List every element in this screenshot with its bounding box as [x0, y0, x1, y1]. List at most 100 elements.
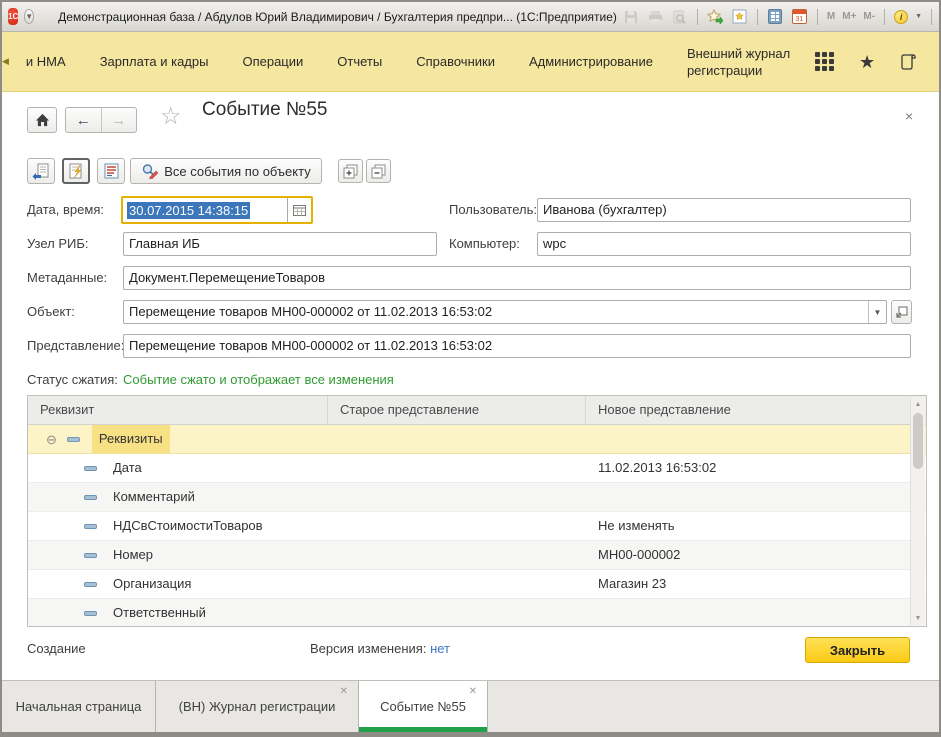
app-window: 1С ▼ Демонстрационная база / Абдулов Юри…	[0, 0, 941, 737]
menu-item-administration[interactable]: Администрирование	[512, 46, 670, 77]
tab-event-55[interactable]: Событие №55 ✕	[359, 681, 488, 732]
search-object-icon	[141, 163, 158, 179]
menu-item-salary[interactable]: Зарплата и кадры	[83, 46, 226, 77]
go-to-journal-button[interactable]	[27, 158, 55, 184]
close-form-icon[interactable]: ×	[905, 108, 913, 124]
print-icon[interactable]	[647, 9, 664, 25]
dash-item-icon	[84, 582, 97, 587]
tab-label: Событие №55	[380, 699, 466, 714]
open-object-button[interactable]	[891, 300, 912, 324]
table-row[interactable]: Организация Магазин 23	[28, 570, 926, 599]
row-name: Дата	[113, 454, 142, 482]
menu-item-directories[interactable]: Справочники	[399, 46, 512, 77]
history-icon[interactable]	[900, 53, 917, 70]
menu-item-reports[interactable]: Отчеты	[320, 46, 399, 77]
close-button[interactable]: Закрыть	[805, 637, 910, 663]
scrollbar-thumb[interactable]	[913, 413, 923, 469]
save-icon[interactable]	[623, 9, 640, 25]
dash-item-icon	[84, 553, 97, 558]
scroll-up-icon[interactable]: ▲	[911, 397, 925, 411]
window-title: Демонстрационная база / Абдулов Юрий Вла…	[58, 10, 617, 24]
dash-item-icon	[84, 466, 97, 471]
rib-node-input[interactable]: Главная ИБ	[123, 232, 437, 256]
date-time-label: Дата, время:	[27, 198, 104, 222]
tab-close-icon[interactable]: ✕	[469, 686, 477, 697]
calculator-icon[interactable]	[767, 9, 784, 25]
tab-close-icon[interactable]: ✕	[340, 686, 348, 697]
page-title: Событие №55	[202, 99, 328, 121]
column-header-new[interactable]: Новое представление	[586, 396, 926, 424]
tab-registration-journal[interactable]: (ВН) Журнал регистрации ✕	[156, 681, 359, 732]
print-preview-icon[interactable]	[671, 9, 688, 25]
row-name: Комментарий	[113, 483, 195, 511]
menu-item-nma[interactable]: и НМА	[9, 46, 83, 77]
info-icon[interactable]: i	[894, 10, 908, 24]
object-input[interactable]: Перемещение товаров МН00-000002 от 11.02…	[123, 300, 887, 324]
favorites-window-icon[interactable]	[731, 9, 748, 25]
presentation-input[interactable]: Перемещение товаров МН00-000002 от 11.02…	[123, 334, 911, 358]
collapse-all-button[interactable]	[366, 159, 391, 183]
date-time-field[interactable]: 30.07.2015 14:38:15	[121, 196, 313, 224]
event-report-button[interactable]	[97, 158, 125, 184]
table-row[interactable]: Ответственный	[28, 599, 926, 627]
memory-mminus-icon[interactable]: M-	[863, 11, 875, 22]
add-favorite-icon[interactable]	[707, 9, 724, 25]
divider	[697, 9, 698, 25]
back-button[interactable]: ←	[66, 108, 102, 132]
open-icon	[895, 306, 908, 319]
computer-label: Компьютер:	[449, 232, 520, 256]
all-events-label: Все события по объекту	[164, 164, 310, 179]
dropdown-icon[interactable]: ▼	[868, 301, 886, 323]
favorite-star-icon[interactable]: ☆	[160, 102, 182, 131]
table-row[interactable]: НДСвСтоимостиТоваров Не изменять	[28, 512, 926, 541]
dash-item-icon	[67, 437, 80, 442]
metadata-input[interactable]: Документ.ПеремещениеТоваров	[123, 266, 911, 290]
calendar-icon[interactable]: 31	[791, 9, 808, 25]
computer-input[interactable]: wpc	[537, 232, 911, 256]
user-input[interactable]: Иванова (бухгалтер)	[537, 198, 911, 222]
table-row[interactable]: ⊖ Реквизиты	[28, 425, 926, 454]
column-header-attribute[interactable]: Реквизит	[28, 396, 328, 424]
home-button[interactable]	[27, 107, 57, 133]
table-header: Реквизит Старое представление Новое пред…	[28, 396, 926, 425]
vertical-scrollbar[interactable]: ▲ ▼	[910, 397, 925, 625]
table-row[interactable]: Дата 11.02.2013 16:53:02	[28, 454, 926, 483]
row-name: Реквизиты	[92, 425, 170, 453]
tab-label: (ВН) Журнал регистрации	[179, 699, 336, 714]
info-dropdown-icon[interactable]: ▼	[915, 13, 922, 20]
divider	[817, 9, 818, 25]
row-name: Организация	[113, 570, 191, 598]
version-link[interactable]: нет	[430, 641, 450, 656]
column-header-old[interactable]: Старое представление	[328, 396, 586, 424]
favorites-star-icon[interactable]: ★	[859, 53, 875, 71]
menu-scroll-left-icon[interactable]: ◀	[2, 56, 9, 67]
tab-home-page[interactable]: Начальная страница	[2, 681, 156, 732]
title-bar: 1С ▼ Демонстрационная база / Абдулов Юри…	[2, 2, 939, 32]
expand-all-button[interactable]	[338, 159, 363, 183]
forward-button[interactable]: →	[102, 108, 137, 132]
all-events-button[interactable]: Все события по объекту	[130, 158, 322, 184]
apps-grid-icon[interactable]	[815, 52, 834, 71]
memory-mplus-icon[interactable]: M+	[842, 11, 856, 22]
system-menu-icon[interactable]: ▼	[24, 9, 34, 24]
presentation-label: Представление:	[27, 334, 124, 358]
expand-all-icon	[343, 164, 358, 179]
object-value: Перемещение товаров МН00-000002 от 11.02…	[124, 301, 868, 323]
version-label: Версия изменения:	[310, 641, 426, 656]
event-card-button[interactable]	[62, 158, 90, 184]
table-row[interactable]: Комментарий	[28, 483, 926, 512]
memory-m-icon[interactable]: M	[827, 11, 835, 22]
scroll-down-icon[interactable]: ▼	[911, 611, 925, 625]
calendar-picker-icon[interactable]	[287, 198, 311, 222]
divider	[757, 9, 758, 25]
home-icon	[35, 113, 50, 127]
collapse-node-icon[interactable]: ⊖	[46, 433, 57, 446]
event-type-label: Создание	[27, 641, 86, 656]
menu-item-external-journal[interactable]: Внешний журнал регистрации	[670, 41, 815, 83]
active-tab-indicator	[359, 727, 487, 732]
document-report-icon	[103, 163, 120, 180]
table-row[interactable]: Номер МН00-000002	[28, 541, 926, 570]
dash-item-icon	[84, 524, 97, 529]
object-label: Объект:	[27, 300, 75, 324]
menu-item-operations[interactable]: Операции	[225, 46, 320, 77]
